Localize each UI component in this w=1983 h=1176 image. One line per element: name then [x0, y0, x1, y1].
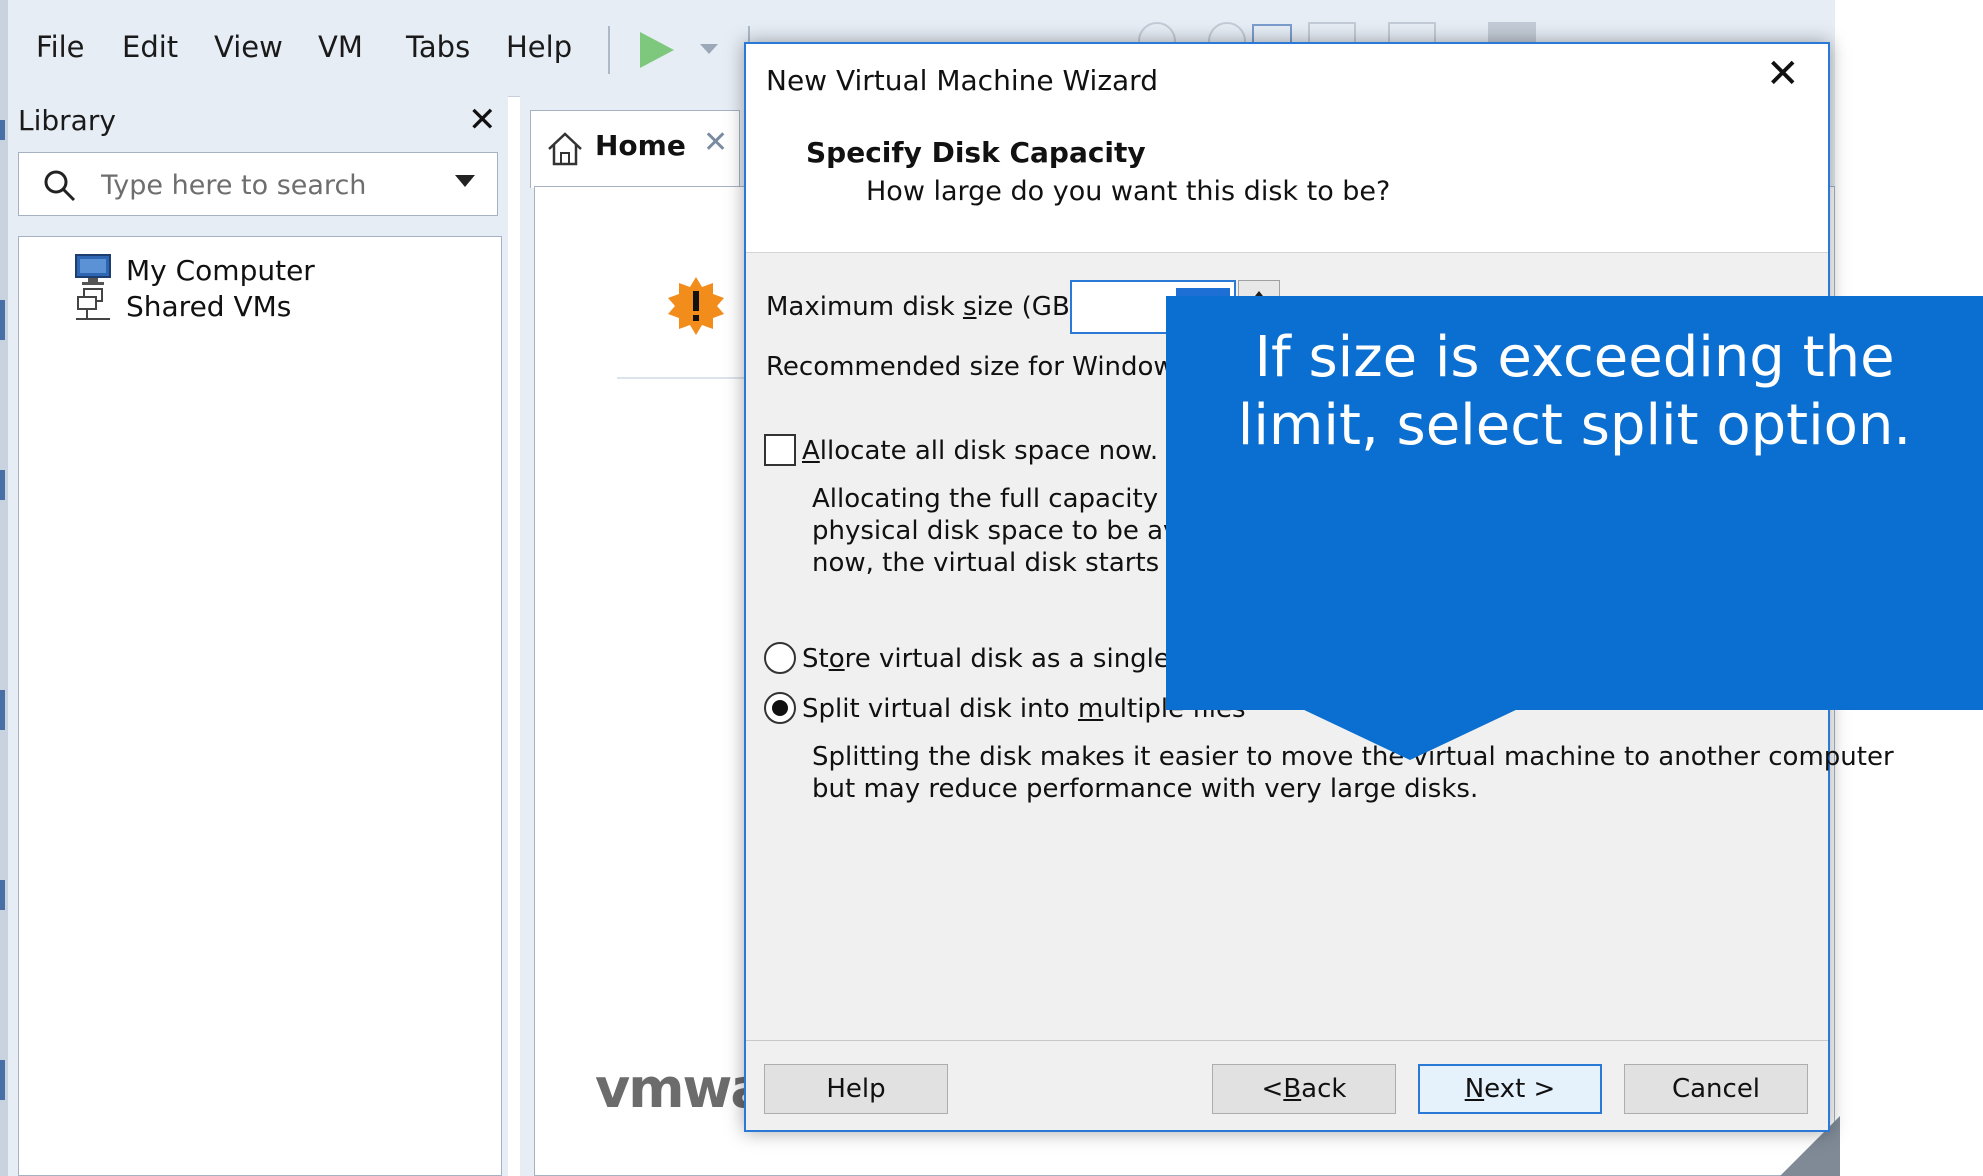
- search-input[interactable]: [99, 163, 443, 207]
- vmware-logo: vmwa: [595, 1057, 767, 1120]
- search-dropdown-icon[interactable]: [455, 175, 475, 187]
- play-dropdown-icon[interactable]: [698, 42, 720, 58]
- callout-line: If size is exceeding the: [1254, 325, 1895, 390]
- window-edge: [0, 0, 8, 1176]
- tab-home[interactable]: Home ✕: [530, 110, 740, 188]
- home-icon: [548, 132, 582, 166]
- library-title: Library: [18, 104, 116, 137]
- shared-vms-icon: [76, 288, 110, 320]
- callout-text: If size is exceeding the limit, select s…: [1166, 324, 1983, 460]
- warning-icon: [668, 277, 724, 335]
- wizard-title: New Virtual Machine Wizard: [766, 64, 1158, 97]
- next-button[interactable]: Next >: [1418, 1064, 1602, 1114]
- search-icon: [44, 170, 76, 202]
- cancel-button[interactable]: Cancel: [1624, 1064, 1808, 1114]
- split-desc-line: but may reduce performance with very lar…: [812, 774, 1479, 804]
- instruction-callout: If size is exceeding the limit, select s…: [1166, 296, 1983, 710]
- menu-view[interactable]: View: [214, 30, 283, 64]
- menu-edit[interactable]: Edit: [122, 30, 178, 64]
- library-panel: Library ✕ My Computer Shared: [8, 96, 508, 1176]
- tab-home-label: Home: [595, 129, 686, 162]
- recommended-size-text: Recommended size for Windows: [766, 352, 1189, 382]
- single-file-label[interactable]: Store virtual disk as a single fi: [802, 644, 1195, 674]
- wizard-heading: Specify Disk Capacity: [806, 136, 1146, 169]
- library-search-box: [18, 152, 498, 216]
- disk-size-label: Maximum disk size (GB):: [766, 292, 1089, 322]
- toolbar-separator: [608, 26, 610, 74]
- wizard-header: New Virtual Machine Wizard ✕ Specify Dis…: [746, 44, 1828, 253]
- menu-vm[interactable]: VM: [318, 30, 363, 64]
- tree-item-label: My Computer: [126, 253, 315, 287]
- split-files-radio[interactable]: [764, 692, 796, 724]
- wizard-footer-divider: [746, 1040, 1828, 1041]
- wizard-close-icon[interactable]: ✕: [1766, 54, 1800, 94]
- allocate-all-checkbox[interactable]: [764, 434, 796, 466]
- allocate-desc-line: Allocating the full capacity ca: [812, 484, 1197, 514]
- callout-pointer: [1300, 708, 1520, 760]
- play-icon[interactable]: [634, 28, 678, 72]
- menu-file[interactable]: File: [36, 30, 85, 64]
- wizard-subheading: How large do you want this disk to be?: [866, 176, 1391, 207]
- allocate-desc-line: now, the virtual disk starts sm: [812, 548, 1207, 578]
- menu-help[interactable]: Help: [506, 30, 572, 64]
- back-button[interactable]: < Back: [1212, 1064, 1396, 1114]
- allocate-all-label[interactable]: Allocate all disk space now.: [802, 436, 1158, 466]
- tab-close-icon[interactable]: ✕: [703, 125, 728, 160]
- allocate-desc-line: physical disk space to be ava: [812, 516, 1195, 546]
- computer-icon: [75, 254, 111, 285]
- menu-tabs[interactable]: Tabs: [406, 30, 470, 64]
- tree-item-label: Shared VMs: [126, 289, 292, 323]
- tree-item-shared-vms[interactable]: Shared VMs: [74, 285, 291, 327]
- library-close-icon[interactable]: ✕: [468, 100, 497, 140]
- single-file-radio[interactable]: [764, 642, 796, 674]
- library-tree: My Computer Shared VMs: [18, 236, 502, 1176]
- help-button[interactable]: Help: [764, 1064, 948, 1114]
- callout-line: limit, select split option.: [1237, 393, 1912, 458]
